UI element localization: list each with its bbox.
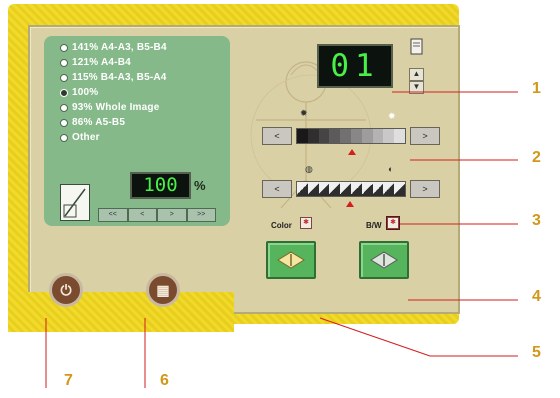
callout-5: 5 <box>532 344 541 361</box>
callout-lines <box>45 91 518 388</box>
callout-4: 4 <box>532 288 541 305</box>
callout-7: 7 <box>64 372 73 389</box>
callout-1: 1 <box>532 80 541 97</box>
callout-6: 6 <box>160 372 169 389</box>
copier-panel-illustration: 141% A4-A3, B5-B4 121% A4-B4 115% B4-A3,… <box>0 0 560 398</box>
callout-3: 3 <box>532 212 541 229</box>
callout-2: 2 <box>532 149 541 166</box>
